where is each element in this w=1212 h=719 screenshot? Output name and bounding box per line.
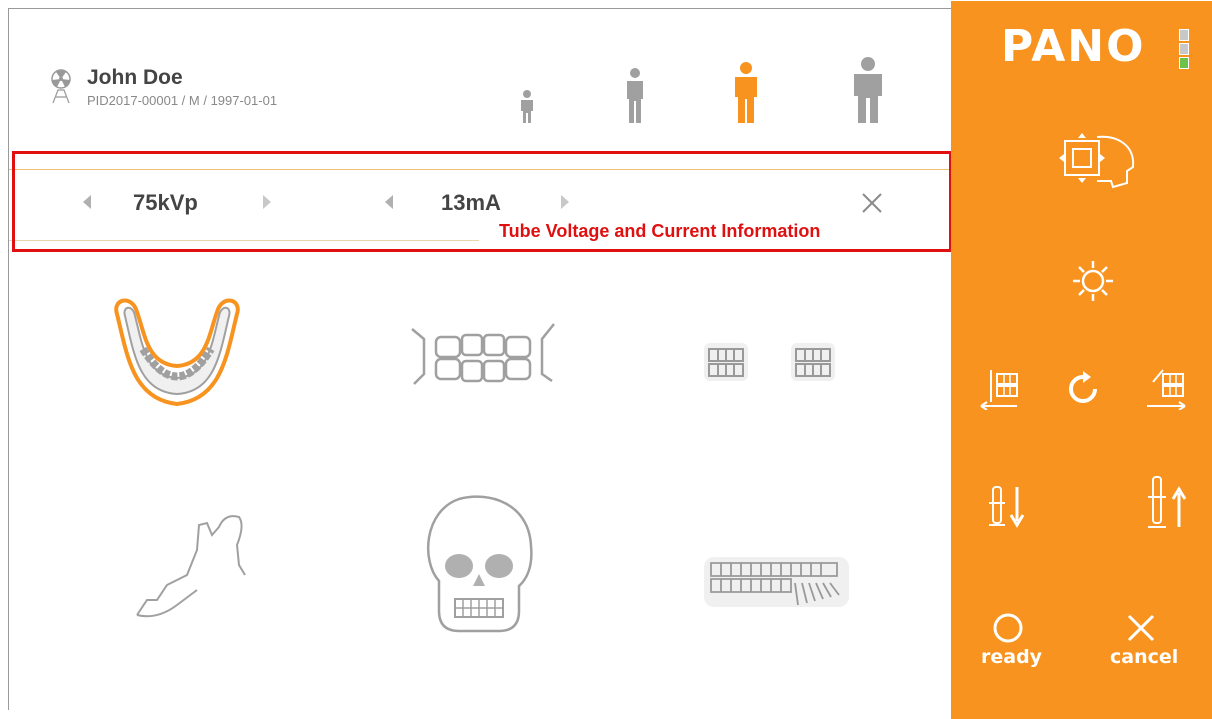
- patient-details: PID2017-00001 / M / 1997-01-01: [87, 93, 278, 108]
- cancel-icon[interactable]: [1126, 613, 1156, 643]
- positioning-icon[interactable]: [1057, 131, 1137, 191]
- rotate-icon[interactable]: [1065, 371, 1101, 407]
- adult-patient-icon[interactable]: [734, 61, 758, 123]
- small-adult-patient-icon[interactable]: [626, 67, 644, 123]
- column-up-icon[interactable]: [1145, 475, 1189, 533]
- status-indicator-light: [1179, 57, 1189, 69]
- tmj-program-icon[interactable]: [127, 505, 257, 625]
- patient-name: John Doe: [87, 66, 183, 89]
- partial-teeth-program-icon[interactable]: [699, 339, 849, 385]
- standard-pano-program-icon[interactable]: [107, 294, 247, 414]
- move-left-icon[interactable]: [979, 366, 1023, 410]
- ready-icon[interactable]: [991, 611, 1025, 645]
- cancel-button[interactable]: cancel: [1110, 646, 1178, 668]
- side-control-panel: PANO ready cancel: [951, 1, 1212, 719]
- ready-button[interactable]: ready: [981, 646, 1042, 668]
- status-indicator-light: [1179, 29, 1189, 41]
- status-indicator-light: [1179, 43, 1189, 55]
- patient-radiation-icon: [51, 69, 71, 104]
- laser-light-icon[interactable]: [1071, 259, 1115, 303]
- bitewing-program-icon[interactable]: [404, 319, 564, 394]
- large-adult-patient-icon[interactable]: [853, 57, 883, 123]
- mode-title: PANO: [1001, 21, 1146, 72]
- column-down-icon[interactable]: [987, 483, 1027, 531]
- main-panel: John Doe PID2017-00001 / M / 1997-01-01 …: [9, 9, 952, 711]
- app-window: John Doe PID2017-00001 / M / 1997-01-01 …: [8, 1, 1212, 719]
- child-patient-icon[interactable]: [519, 89, 535, 123]
- move-right-icon[interactable]: [1145, 366, 1189, 410]
- skull-program-icon[interactable]: [419, 491, 539, 641]
- annotation-label: Tube Voltage and Current Information: [479, 219, 949, 243]
- full-arch-program-icon[interactable]: [699, 549, 859, 619]
